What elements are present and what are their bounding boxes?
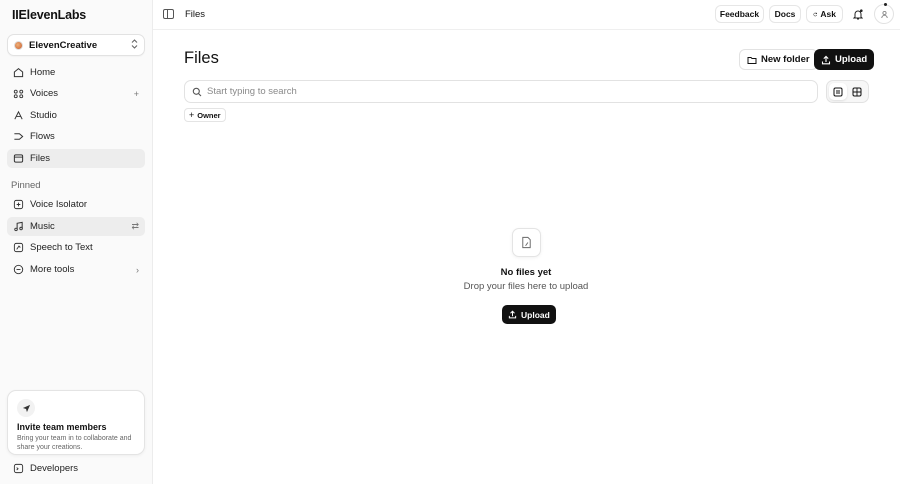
sidebar-item-label: Home <box>30 67 56 78</box>
plus-icon: + <box>189 110 195 120</box>
developers-icon <box>13 463 24 474</box>
status-dot <box>884 3 887 6</box>
invite-description: Bring your team in to collaborate and sh… <box>17 435 132 451</box>
sidebar-item-label: Studio <box>30 110 57 121</box>
ask-label: Ask <box>820 9 836 19</box>
more-tools-icon <box>13 264 24 275</box>
home-icon <box>13 67 24 78</box>
feedback-label: Feedback <box>719 9 760 19</box>
sidebar-item-speech-to-text[interactable]: Speech to Text <box>7 238 145 257</box>
invite-team-card[interactable]: Invite team members Bring your team in t… <box>7 390 145 455</box>
upload-icon <box>508 310 517 319</box>
pinned-section-label: Pinned <box>11 180 41 191</box>
user-avatar[interactable] <box>874 4 894 24</box>
sidebar-item-voice-isolator[interactable]: Voice Isolator <box>7 195 145 214</box>
search-icon <box>192 87 202 96</box>
topbar: Files Feedback Docs Ask <box>153 0 900 30</box>
sidebar-item-studio[interactable]: Studio <box>7 106 145 125</box>
notifications-button[interactable] <box>849 5 867 23</box>
app-logo[interactable]: IIElevenLabs <box>12 8 86 22</box>
workspace-name: ElevenCreative <box>29 39 98 51</box>
sidebar-item-flows[interactable]: Flows <box>7 127 145 146</box>
workspace-avatar <box>14 40 23 50</box>
list-view-button[interactable] <box>829 83 847 100</box>
grid-view-button[interactable] <box>849 83 867 100</box>
sidebar-item-more-tools[interactable]: More tools › <box>7 260 145 279</box>
grid-view-icon <box>852 87 862 96</box>
sidebar-item-label: Developers <box>30 463 79 474</box>
empty-upload-label: Upload <box>521 309 550 320</box>
sidebar-item-label: Voice Isolator <box>30 199 88 210</box>
sidebar: IIElevenLabs ElevenCreative Home Voices … <box>0 0 153 484</box>
invite-title: Invite team members <box>17 422 107 432</box>
speech-to-text-icon <box>13 242 24 253</box>
sidebar-item-label: Flows <box>30 131 55 142</box>
voice-isolator-icon <box>13 199 24 210</box>
flows-icon <box>13 131 24 142</box>
sidebar-item-label: More tools <box>30 264 75 275</box>
list-view-icon <box>833 87 843 96</box>
upload-button[interactable]: Upload <box>814 49 875 70</box>
page-title: Files <box>184 49 219 67</box>
new-folder-label: New folder <box>761 54 810 65</box>
upload-label: Upload <box>835 54 868 65</box>
feedback-button[interactable]: Feedback <box>715 5 764 23</box>
sidebar-toggle-icon[interactable] <box>163 9 174 19</box>
docs-button[interactable]: Docs <box>769 5 801 23</box>
sidebar-item-voices[interactable]: Voices + <box>7 84 145 103</box>
files-icon <box>13 153 24 164</box>
docs-label: Docs <box>774 9 796 19</box>
view-toggle <box>826 80 869 103</box>
owner-filter-label: Owner <box>197 110 221 120</box>
owner-filter-chip[interactable]: + Owner <box>184 108 226 122</box>
unpin-icon[interactable]: ⇄ <box>131 221 139 232</box>
refresh-icon <box>813 12 817 16</box>
file-icon <box>512 228 541 257</box>
sidebar-item-label: Music <box>30 221 55 232</box>
chevron-right-icon: › <box>136 264 139 275</box>
new-folder-button[interactable]: New folder <box>739 49 818 70</box>
sidebar-item-home[interactable]: Home <box>7 63 145 82</box>
sidebar-item-developers[interactable]: Developers <box>7 459 145 478</box>
empty-state-subtitle: Drop your files here to upload <box>463 281 589 292</box>
empty-upload-button[interactable]: Upload <box>502 305 556 324</box>
folder-plus-icon <box>747 56 757 64</box>
sidebar-item-label: Speech to Text <box>30 242 93 253</box>
sidebar-item-music[interactable]: Music ⇄ <box>7 217 145 236</box>
studio-icon <box>13 110 24 121</box>
add-voice-button[interactable]: + <box>134 89 139 99</box>
breadcrumb: Files <box>185 9 206 20</box>
empty-state-title: No files yet <box>500 267 552 278</box>
ask-button[interactable]: Ask <box>806 5 843 23</box>
voices-icon <box>13 88 24 99</box>
search-bar[interactable] <box>184 80 818 103</box>
chevron-updown-icon <box>131 39 138 51</box>
send-icon <box>17 399 35 417</box>
sidebar-item-label: Files <box>30 153 51 164</box>
upload-icon <box>821 55 831 64</box>
user-icon <box>880 10 888 18</box>
music-icon <box>13 221 24 232</box>
bell-icon <box>853 8 863 19</box>
sidebar-item-files[interactable]: Files <box>7 149 145 168</box>
workspace-switcher[interactable]: ElevenCreative <box>7 34 145 56</box>
sidebar-item-label: Voices <box>30 88 58 99</box>
search-input[interactable] <box>207 86 810 97</box>
